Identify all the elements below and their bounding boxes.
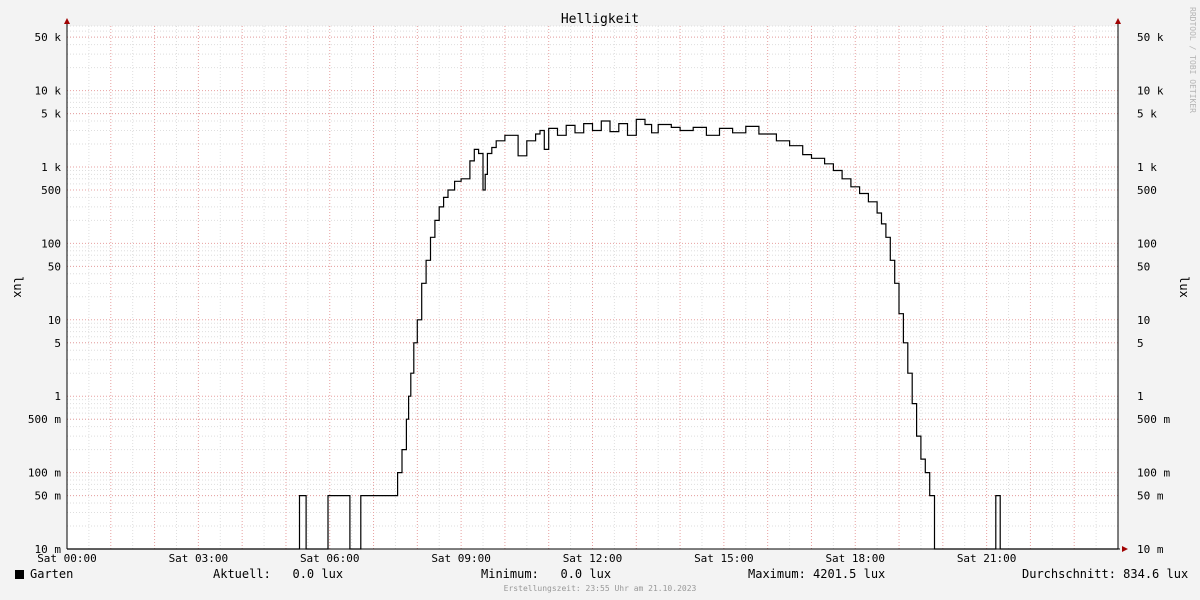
y-axis-label-left: lux — [11, 276, 25, 298]
y-tick-label-right: 5 k — [1137, 108, 1157, 121]
y-tick-label-left: 1 — [54, 390, 61, 403]
y-tick-label-right: 5 — [1137, 337, 1144, 350]
y-tick-label-right: 100 m — [1137, 467, 1170, 480]
x-tick-label: Sat 00:00 — [37, 552, 97, 565]
rrdtool-watermark: RRDTOOL / TOBI OETIKER — [1188, 7, 1197, 113]
y-axis-left-arrow — [64, 18, 70, 24]
legend-series-name: Garten — [30, 567, 74, 581]
y-tick-label-left: 500 — [41, 184, 61, 197]
y-tick-label-right: 50 k — [1137, 31, 1164, 44]
y-axis-label-right: lux — [1177, 276, 1191, 298]
x-tick-label: Sat 09:00 — [431, 552, 491, 565]
legend-current: Aktuell: 0.0 lux — [213, 567, 344, 581]
series-swatch — [15, 570, 24, 579]
y-tick-label-right: 1 — [1137, 390, 1144, 403]
y-tick-label-left: 50 m — [35, 490, 62, 503]
x-tick-label: Sat 12:00 — [563, 552, 623, 565]
y-tick-label-right: 50 — [1137, 260, 1150, 273]
x-tick-label: Sat 06:00 — [300, 552, 360, 565]
chart-title: Helligkeit — [561, 12, 639, 27]
y-axis-right-arrow — [1115, 18, 1121, 24]
y-tick-label-right: 10 — [1137, 314, 1150, 327]
x-tick-label: Sat 21:00 — [957, 552, 1017, 565]
y-tick-label-right: 10 k — [1137, 85, 1164, 98]
y-tick-label-left: 5 k — [41, 108, 61, 121]
y-tick-label-right: 50 m — [1137, 490, 1164, 503]
y-tick-label-left: 500 m — [28, 413, 61, 426]
chart-window: 10 m 10 m 50 m 50 m 100 m 100 m 500 m 500 m1155… — [0, 0, 1200, 600]
x-tick-label: Sat 15:00 — [694, 552, 754, 565]
legend-average: Durchschnitt: 834.6 lux — [1022, 567, 1189, 581]
legend: Garten Aktuell: 0.0 lux Minimum: 0.0 lux… — [0, 565, 1200, 585]
footer-timestamp: Erstellungszeit: 23:55 Uhr am 21.10.2023 — [503, 584, 697, 593]
y-tick-label-right: 500 m — [1137, 413, 1170, 426]
brightness-chart: 10 m 10 m50 m 50 m100 m 100 m500 m 500 m1 15 5… — [11, 7, 1197, 565]
y-tick-label-left: 100 m — [28, 467, 61, 480]
y-tick-label-left: 100 — [41, 237, 61, 250]
y-tick-label-left: 5 — [54, 337, 61, 350]
y-tick-label-right: 500 — [1137, 184, 1157, 197]
legend-minimum: Minimum: 0.0 lux — [481, 567, 612, 581]
x-tick-label: Sat 18:00 — [825, 552, 885, 565]
y-tick-label-left: 10 k — [35, 85, 62, 98]
y-tick-label-left: 50 k — [35, 31, 62, 44]
y-tick-label-left: 1 k — [41, 161, 61, 174]
y-tick-label-right: 1 k — [1137, 161, 1157, 174]
y-tick-label-left: 10 — [48, 314, 61, 327]
legend-maximum: Maximum: 4201.5 lux — [748, 567, 886, 581]
x-tick-label: Sat 03:00 — [169, 552, 229, 565]
y-tick-label-right: 10 m — [1137, 543, 1164, 556]
x-axis-arrow — [1122, 546, 1128, 552]
y-tick-label-left: 50 — [48, 260, 61, 273]
y-tick-label-right: 100 — [1137, 237, 1157, 250]
